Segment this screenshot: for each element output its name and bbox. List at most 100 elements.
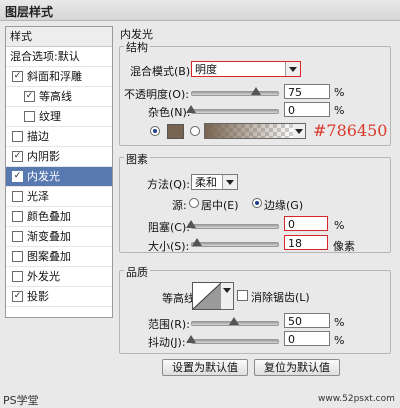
sidebar-item-label: 投影 — [27, 290, 49, 303]
opacity-label: 不透明度(O): — [124, 88, 189, 101]
sidebar-item-checkbox[interactable] — [12, 191, 23, 202]
sidebar-item[interactable]: ✓ 等高线 — [6, 87, 112, 107]
source-center-label: 居中(E) — [201, 199, 239, 212]
sidebar-item[interactable]: ✓ 投影 — [6, 287, 112, 307]
sidebar-item[interactable]: ✓ 内发光 — [6, 167, 112, 187]
sidebar-item-label: 内发光 — [27, 170, 60, 183]
method-value: 柔和 — [195, 176, 217, 189]
sidebar-item-checkbox[interactable]: ✓ — [12, 171, 23, 182]
sidebar-item-label: 内阴影 — [27, 150, 60, 163]
sidebar-item-checkbox[interactable]: ✓ — [24, 91, 35, 102]
sidebar-item-label: 等高线 — [39, 90, 72, 103]
structure-label: 结构 — [124, 39, 150, 55]
sidebar-item-checkbox[interactable] — [12, 211, 23, 222]
antialias-checkbox[interactable] — [237, 290, 248, 301]
sidebar-item-checkbox[interactable]: ✓ — [12, 291, 23, 302]
choke-input[interactable]: 0 — [284, 216, 328, 231]
reset-default-button[interactable]: 复位为默认值 — [254, 359, 340, 376]
sidebar-item[interactable]: ✓ 内阴影 — [6, 147, 112, 167]
sidebar-item-checkbox[interactable] — [12, 231, 23, 242]
watermark-right: www.52psxt.com — [318, 394, 395, 404]
opacity-slider-thumb[interactable] — [250, 87, 261, 95]
size-input[interactable]: 18 — [284, 235, 328, 250]
elements-label: 图素 — [124, 151, 150, 167]
contour-curve-icon — [193, 283, 221, 309]
blend-mode-value: 明度 — [195, 63, 217, 76]
gradient-dropdown-arrow[interactable] — [293, 123, 306, 139]
color-mode-radio[interactable] — [150, 126, 160, 136]
gradient-picker[interactable] — [204, 123, 294, 139]
range-input[interactable]: 50 — [284, 313, 330, 328]
noise-input[interactable]: 0 — [284, 102, 330, 117]
jitter-label: 抖动(J): — [148, 336, 186, 349]
sidebar-item-label: 外发光 — [27, 270, 60, 283]
sidebar-item-checkbox[interactable]: ✓ — [12, 71, 23, 82]
sidebar-item-label: 光泽 — [27, 190, 49, 203]
sidebar-item[interactable]: 渐变叠加 — [6, 227, 112, 247]
sidebar-item-checkbox[interactable]: ✓ — [12, 151, 23, 162]
noise-slider-thumb[interactable] — [186, 105, 196, 113]
method-label: 方法(Q): — [147, 178, 190, 191]
range-label: 范围(R): — [148, 318, 190, 331]
set-default-button[interactable]: 设置为默认值 — [162, 359, 248, 376]
sidebar-item[interactable]: 图案叠加 — [6, 247, 112, 267]
gradient-mode-radio[interactable] — [190, 126, 200, 136]
sidebar-item-label: 斜面和浮雕 — [27, 70, 82, 83]
contour-dropdown-arrow[interactable] — [221, 282, 234, 310]
choke-percent: % — [334, 219, 345, 232]
size-slider-thumb[interactable] — [192, 238, 203, 246]
sidebar-item[interactable]: 描边 — [6, 127, 112, 147]
sidebar-item[interactable]: 外发光 — [6, 267, 112, 287]
jitter-input[interactable]: 0 — [284, 331, 330, 346]
antialias-label: 消除锯齿(L) — [251, 291, 310, 304]
size-slider[interactable] — [191, 242, 279, 247]
chevron-down-icon — [285, 62, 300, 76]
title-bar: 图层样式 — [0, 0, 400, 21]
jitter-slider[interactable] — [191, 339, 279, 344]
size-unit: 像素 — [333, 240, 355, 253]
sidebar-item[interactable]: ✓ 斜面和浮雕 — [6, 67, 112, 87]
opacity-input[interactable]: 75 — [284, 84, 330, 99]
sidebar-list: 混合选项:默认 ✓ 斜面和浮雕 ✓ 等高线纹理描边 ✓ 内阴影 ✓ 内发光光泽颜色叠加渐变叠加图… — [6, 47, 112, 307]
jitter-percent: % — [334, 334, 345, 347]
method-select[interactable]: 柔和 — [191, 174, 238, 190]
sidebar-item-label: 图案叠加 — [27, 250, 71, 263]
source-label: 源: — [172, 199, 187, 212]
sidebar-item-checkbox[interactable] — [12, 251, 23, 262]
opacity-slider[interactable] — [191, 91, 279, 96]
noise-label: 杂色(N): — [148, 106, 191, 119]
source-edge-radio[interactable] — [252, 198, 262, 208]
color-hex-annotation: #786450 — [313, 121, 388, 140]
sidebar-item[interactable]: 纹理 — [6, 107, 112, 127]
glow-color-swatch[interactable] — [167, 124, 184, 139]
source-edge-label: 边缘(G) — [264, 199, 304, 212]
noise-slider[interactable] — [191, 109, 279, 114]
sidebar-item-checkbox[interactable] — [24, 111, 35, 122]
sidebar-header[interactable]: 样式 — [6, 27, 112, 47]
jitter-slider-thumb[interactable] — [186, 335, 196, 343]
chevron-down-icon — [222, 175, 237, 189]
watermark-left: PS学堂 — [3, 394, 39, 407]
range-slider-thumb[interactable] — [229, 317, 239, 325]
sidebar-item-label: 颜色叠加 — [27, 210, 71, 223]
source-center-radio[interactable] — [189, 198, 199, 208]
opacity-percent: % — [334, 86, 345, 99]
choke-slider[interactable] — [191, 224, 279, 229]
sidebar-item-checkbox[interactable] — [12, 131, 23, 142]
sidebar-item[interactable]: 颜色叠加 — [6, 207, 112, 227]
choke-slider-thumb[interactable] — [186, 220, 196, 228]
contour-picker[interactable] — [192, 282, 222, 310]
sidebar-item-checkbox[interactable] — [12, 271, 23, 282]
sidebar-item-label: 混合选项:默认 — [10, 50, 80, 63]
noise-percent: % — [334, 104, 345, 117]
sidebar-item-label: 纹理 — [39, 110, 61, 123]
blend-mode-label: 混合模式(B): — [130, 65, 194, 78]
choke-label: 阻塞(C): — [148, 221, 190, 234]
styles-sidebar: 样式 混合选项:默认 ✓ 斜面和浮雕 ✓ 等高线纹理描边 ✓ 内阴影 ✓ 内发光光泽颜色叠加渐变… — [5, 26, 113, 318]
sidebar-item[interactable]: 光泽 — [6, 187, 112, 207]
sidebar-item[interactable]: 混合选项:默认 — [6, 47, 112, 67]
range-percent: % — [334, 316, 345, 329]
blend-mode-select[interactable]: 明度 — [191, 61, 301, 77]
window-title: 图层样式 — [5, 5, 54, 19]
quality-label: 品质 — [124, 264, 150, 280]
